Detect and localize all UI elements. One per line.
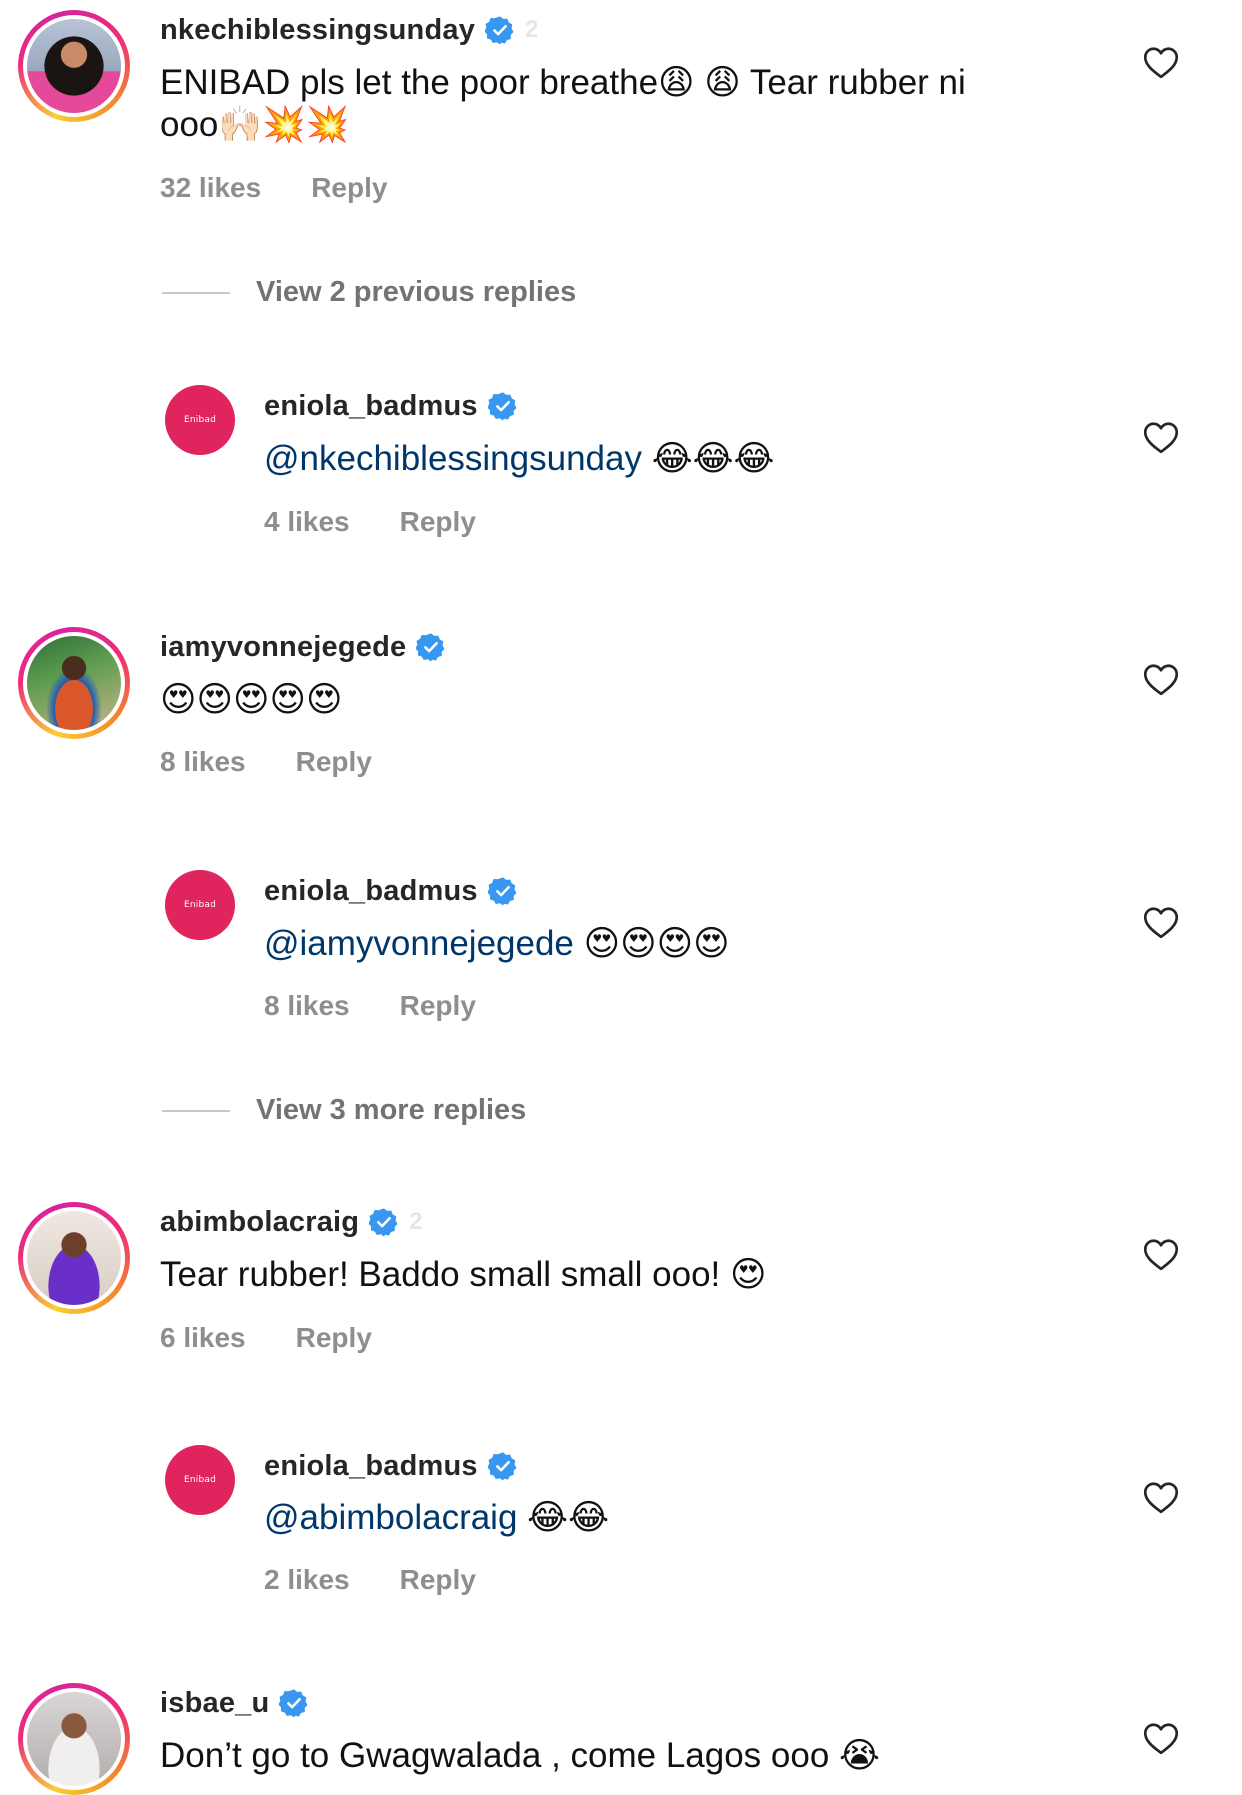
reply-button[interactable]: Reply bbox=[311, 172, 387, 204]
reply-username[interactable]: eniola_badmus bbox=[264, 390, 478, 423]
reply-text: @nkechiblessingsunday 😂😂😂 bbox=[264, 438, 774, 480]
like-count[interactable]: 8 likes bbox=[264, 990, 350, 1022]
avatar-photo bbox=[27, 1692, 121, 1786]
like-count[interactable]: 8 likes bbox=[160, 746, 246, 778]
like-count[interactable]: 6 likes bbox=[160, 1322, 246, 1354]
divider bbox=[162, 1109, 230, 1112]
heart-icon[interactable] bbox=[1143, 663, 1179, 697]
reply-button[interactable]: Reply bbox=[296, 746, 372, 778]
reply-emoji: 😂😂😂 bbox=[651, 439, 775, 478]
reply-button[interactable]: Reply bbox=[400, 506, 476, 538]
comment-text: Tear rubber! Baddo small small ooo! 😍 bbox=[160, 1255, 767, 1294]
brand-logo: Enibad bbox=[183, 1475, 217, 1485]
mention-link[interactable]: @abimbolacraig bbox=[264, 1498, 517, 1537]
comment-text-line: ENIBAD pls let the poor breathe😩 😩 Tear … bbox=[160, 63, 966, 102]
reply-text: @iamyvonnejegede 😍😍😍😍 bbox=[264, 923, 730, 965]
reply-button[interactable]: Reply bbox=[400, 990, 476, 1022]
view-more-replies-button[interactable]: View 3 more replies bbox=[162, 1094, 526, 1127]
avatar-photo bbox=[27, 19, 121, 113]
reply-username[interactable]: eniola_badmus bbox=[264, 875, 478, 908]
verified-badge-icon bbox=[279, 1688, 309, 1718]
heart-icon[interactable] bbox=[1143, 906, 1179, 940]
avatar-photo bbox=[27, 1211, 121, 1305]
heart-icon[interactable] bbox=[1143, 1238, 1179, 1272]
verified-badge-icon bbox=[416, 632, 446, 662]
view-replies-label: View 3 more replies bbox=[256, 1094, 527, 1126]
verified-badge-icon bbox=[488, 1451, 518, 1481]
heart-icon[interactable] bbox=[1143, 421, 1179, 455]
avatar[interactable]: Enibad bbox=[165, 1445, 235, 1515]
reply-button[interactable]: Reply bbox=[400, 1564, 476, 1596]
avatar[interactable] bbox=[18, 10, 130, 122]
heart-icon[interactable] bbox=[1143, 1722, 1179, 1756]
mention-link[interactable]: @nkechiblessingsunday bbox=[264, 439, 642, 478]
verified-badge-icon bbox=[488, 391, 518, 421]
avatar-photo bbox=[27, 636, 121, 730]
divider bbox=[162, 291, 230, 294]
heart-icon[interactable] bbox=[1143, 46, 1179, 80]
view-previous-replies-button[interactable]: View 2 previous replies bbox=[162, 276, 576, 309]
avatar[interactable] bbox=[18, 1683, 130, 1795]
like-count[interactable]: 2 likes bbox=[264, 1564, 350, 1596]
comment-time: 2 bbox=[409, 1208, 423, 1235]
avatar[interactable] bbox=[18, 1202, 130, 1314]
view-replies-label: View 2 previous replies bbox=[256, 276, 577, 308]
like-count[interactable]: 32 likes bbox=[160, 172, 261, 204]
brand-logo: Enibad bbox=[183, 415, 217, 425]
avatar[interactable]: Enibad bbox=[165, 385, 235, 455]
verified-badge-icon bbox=[485, 15, 515, 45]
verified-badge-icon bbox=[369, 1207, 399, 1237]
comment-text-line: ooo🙌🏻💥💥 bbox=[160, 105, 350, 144]
comment-text: 😍😍😍😍😍 bbox=[160, 680, 343, 719]
comment-text: Don’t go to Gwagwalada , come Lagos ooo … bbox=[160, 1736, 880, 1775]
comment-time: 2 bbox=[525, 16, 539, 43]
brand-logo: Enibad bbox=[183, 900, 217, 910]
mention-link[interactable]: @iamyvonnejegede bbox=[264, 924, 574, 963]
comment-username[interactable]: nkechiblessingsunday bbox=[160, 14, 475, 47]
comment-username[interactable]: iamyvonnejegede bbox=[160, 631, 406, 664]
avatar[interactable]: Enibad bbox=[165, 870, 235, 940]
comment-username[interactable]: isbae_u bbox=[160, 1687, 269, 1720]
like-count[interactable]: 4 likes bbox=[264, 506, 350, 538]
reply-emoji: 😍😍😍😍 bbox=[583, 924, 730, 963]
reply-emoji: 😂😂 bbox=[527, 1498, 609, 1537]
reply-text: @abimbolacraig 😂😂 bbox=[264, 1497, 609, 1539]
comment-text: ENIBAD pls let the poor breathe😩 😩 Tear … bbox=[160, 62, 966, 146]
comment-username[interactable]: abimbolacraig bbox=[160, 1206, 359, 1239]
reply-button[interactable]: Reply bbox=[296, 1322, 372, 1354]
reply-username[interactable]: eniola_badmus bbox=[264, 1450, 478, 1483]
verified-badge-icon bbox=[488, 876, 518, 906]
avatar[interactable] bbox=[18, 627, 130, 739]
heart-icon[interactable] bbox=[1143, 1481, 1179, 1515]
